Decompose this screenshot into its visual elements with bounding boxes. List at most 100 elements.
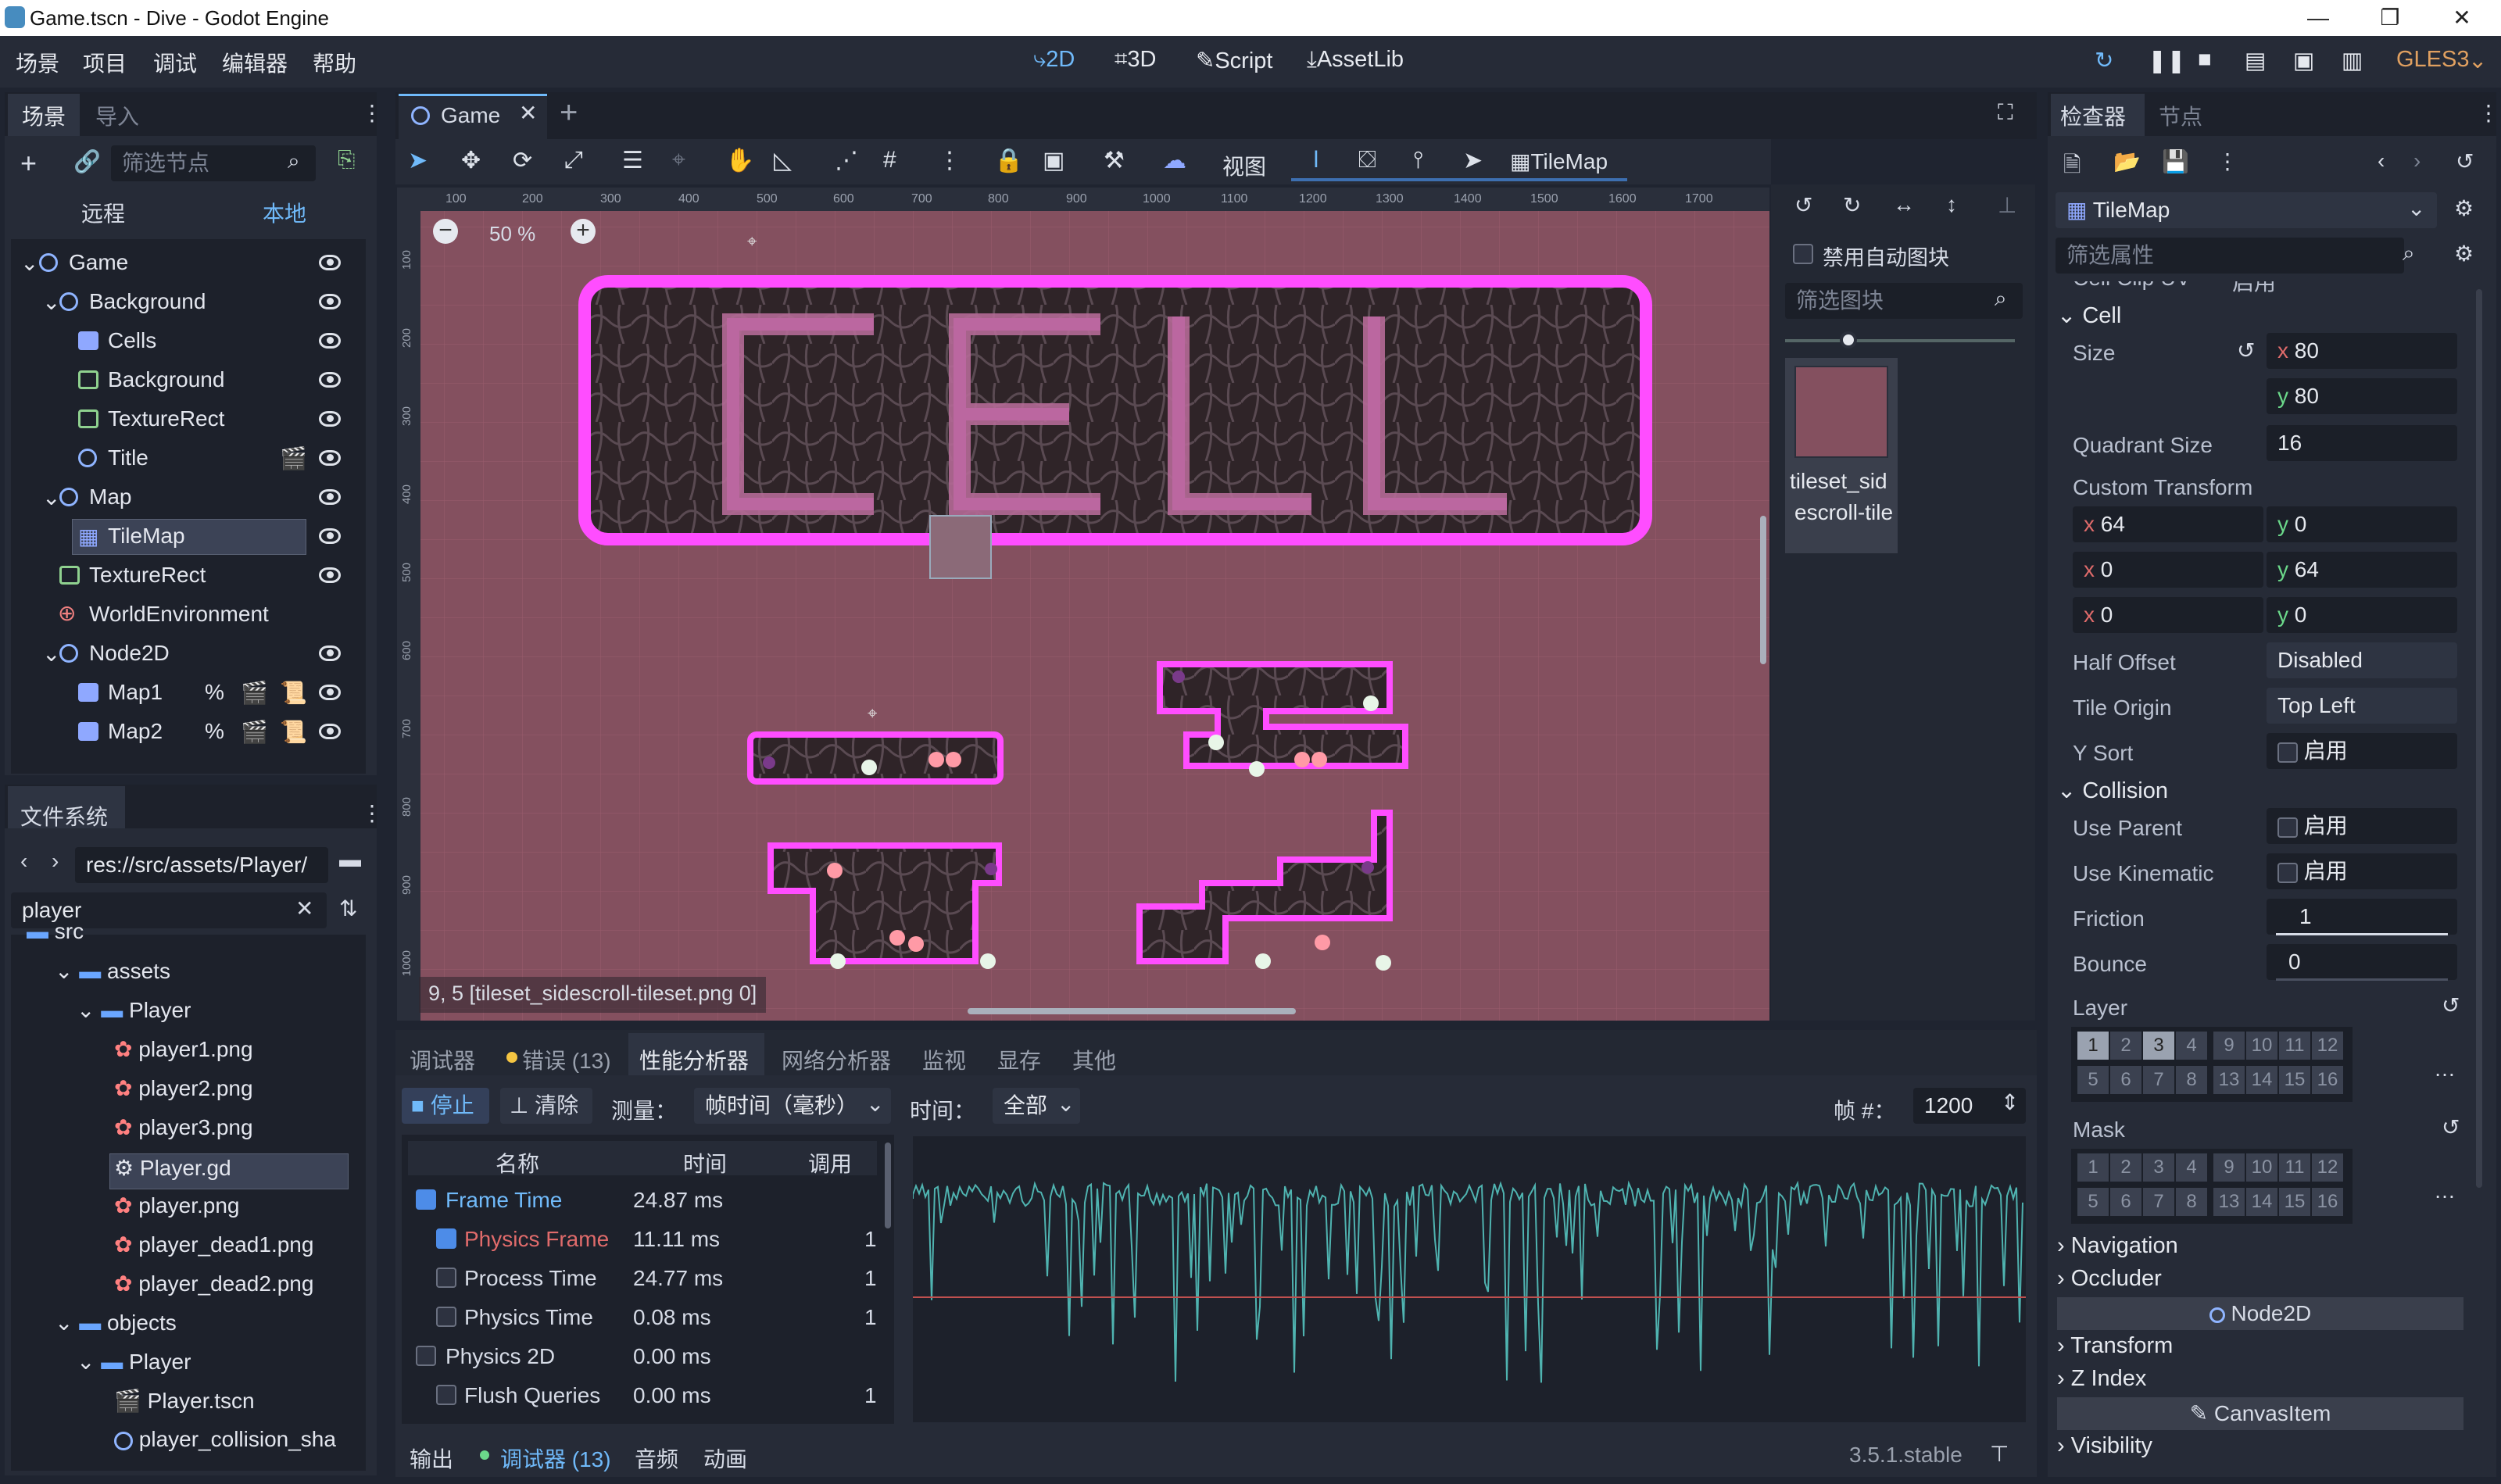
play-scene-icon[interactable]: ▣ <box>2293 47 2314 74</box>
filter-nodes-input[interactable]: 筛选节点 <box>111 145 316 181</box>
tab-debugger[interactable]: 调试器 <box>410 1044 475 1075</box>
layer-bit-7[interactable]: 7 <box>2143 1066 2174 1094</box>
layer-bit-10[interactable]: 10 <box>2246 1032 2277 1060</box>
file-item[interactable]: 🎬 Player.tscn <box>114 1388 255 1427</box>
clear-button[interactable]: ⊥ 清除 <box>500 1088 592 1124</box>
visibility-eye-icon[interactable] <box>319 528 341 544</box>
tree-node-map2[interactable]: Map2% 🎬 📜 <box>11 713 367 752</box>
section-visibility[interactable]: › Visibility <box>2057 1433 2152 1459</box>
paint-tool-icon[interactable]: ǀ <box>1313 147 1319 173</box>
pivot-icon[interactable]: ⌖ <box>672 147 685 173</box>
add-node-icon[interactable]: + <box>20 147 37 180</box>
dock-menu-icon[interactable]: ⋮ <box>361 800 383 826</box>
renderer-select[interactable]: GLES3 <box>2396 47 2470 73</box>
layer-bit-9[interactable]: 9 <box>2213 1153 2245 1182</box>
row-checkbox[interactable] <box>436 1228 456 1249</box>
snap-options-icon[interactable]: ⋮ <box>938 147 961 174</box>
back-icon[interactable]: ‹ <box>20 849 27 874</box>
half-offset-select[interactable]: Disabled <box>2267 642 2457 678</box>
viewport[interactable]: ⌖ ⌖ 100 200 300 400 500 600 700 800 900 … <box>397 188 1769 1021</box>
ruler-tool-icon[interactable]: ◺ <box>774 147 792 174</box>
layer-bit-16[interactable]: 16 <box>2312 1066 2343 1094</box>
lock-icon[interactable]: 🔒 <box>994 147 1023 174</box>
bucket-fill-icon[interactable]: ⛋ <box>1358 147 1376 173</box>
visibility-eye-icon[interactable] <box>319 372 341 388</box>
layer-bit-6[interactable]: 6 <box>2110 1066 2141 1094</box>
tab-monitors[interactable]: 监视 <box>922 1044 966 1075</box>
layer-bit-13[interactable]: 13 <box>2213 1066 2245 1094</box>
tree-node-map1[interactable]: Map1% 🎬 📜 <box>11 674 367 713</box>
tilemap-menu[interactable]: ▦TileMap <box>1510 148 1608 174</box>
stop-button[interactable]: ■ 停止 <box>402 1088 489 1124</box>
table-row[interactable]: Physics 2D 0.00 ms <box>408 1338 877 1377</box>
size-x-field[interactable]: x 80 <box>2267 333 2457 369</box>
group-icon[interactable]: ▣ <box>1043 147 1064 174</box>
forward-icon[interactable]: › <box>52 849 59 874</box>
tab-node[interactable]: 节点 <box>2159 100 2202 131</box>
visibility-eye-icon[interactable] <box>319 294 341 309</box>
transform-xx[interactable]: x 64 <box>2073 506 2263 542</box>
layer-bit-5[interactable]: 5 <box>2077 1066 2109 1094</box>
list-select-icon[interactable]: ☰ <box>622 147 643 174</box>
debug-options-icon[interactable]: ▤ <box>2245 47 2266 74</box>
reload-icon[interactable]: ↻ <box>2095 47 2113 74</box>
debugger-tab[interactable]: 调试器 (13) <box>500 1443 611 1474</box>
tree-node-tilemap[interactable]: ▦ TileMap <box>11 517 367 556</box>
script-icon[interactable]: 📜 <box>280 719 307 745</box>
profiler-graph[interactable] <box>912 1136 2026 1422</box>
layer-bit-8[interactable]: 8 <box>2176 1188 2207 1216</box>
grid-snap-icon[interactable]: # <box>883 147 896 173</box>
filter-properties-input[interactable]: 筛选属性 <box>2056 238 2404 274</box>
layer-bit-12[interactable]: 12 <box>2312 1153 2343 1182</box>
table-row[interactable]: Physics Frame 11.11 ms 1 <box>408 1221 877 1260</box>
friction-slider[interactable]: 1 <box>2267 899 2457 935</box>
workspace-2d-button[interactable]: ⤷2D <box>1033 47 1075 73</box>
layer-bit-4[interactable]: 4 <box>2176 1032 2207 1060</box>
table-row[interactable]: Physics Time 0.08 ms 1 <box>408 1299 877 1338</box>
menu-debug[interactable]: 调试 <box>153 47 197 78</box>
rotate-tool-icon[interactable]: ⟳ <box>513 147 532 174</box>
section-collision[interactable]: ⌄ Collision <box>2057 777 2168 804</box>
tab-profiler[interactable]: 性能分析器 <box>639 1044 749 1075</box>
col-calls-header[interactable]: 调用 <box>808 1147 852 1178</box>
zoom-out-icon[interactable]: − <box>433 219 458 244</box>
transform-yy[interactable]: y 64 <box>2267 552 2457 588</box>
tile-size-slider[interactable] <box>1785 339 2015 342</box>
layer-bit-14[interactable]: 14 <box>2246 1188 2277 1216</box>
new-tab-icon[interactable]: + <box>560 95 578 131</box>
file-item[interactable]: ✿ player3.png <box>114 1114 253 1153</box>
clapper-icon[interactable]: 🎬 <box>241 680 268 706</box>
layer-bit-14[interactable]: 14 <box>2246 1066 2277 1094</box>
row-checkbox[interactable] <box>436 1385 456 1405</box>
transform-oy[interactable]: y 0 <box>2267 597 2457 633</box>
file-item-selected[interactable]: ⚙ Player.gd <box>114 1155 231 1194</box>
fullscreen-icon[interactable]: ⛶ <box>1998 100 2013 126</box>
menu-project[interactable]: 项目 <box>83 47 127 78</box>
sort-icon[interactable]: ⇅ <box>339 896 357 921</box>
spin-arrows-icon[interactable]: ⇕ <box>2001 1089 2019 1115</box>
tab-import[interactable]: 导入 <box>95 100 139 131</box>
y-sort-checkbox[interactable]: 启用 <box>2267 733 2457 769</box>
workspace-3d-button[interactable]: ⌗3D <box>1115 47 1156 73</box>
maximize-button[interactable]: ❐ <box>2354 0 2426 36</box>
pause-icon[interactable]: ❚❚ <box>2148 47 2186 74</box>
visibility-eye-icon[interactable] <box>319 685 341 700</box>
camera-override-icon[interactable]: ☁ <box>1163 147 1186 174</box>
layer-bit-13[interactable]: 13 <box>2213 1188 2245 1216</box>
scale-tool-icon[interactable]: ⤢ <box>564 147 583 173</box>
zoom-level[interactable]: 50 % <box>489 222 535 246</box>
new-resource-icon[interactable]: 🗎 <box>2063 148 2081 186</box>
table-row[interactable]: Process Time 24.77 ms 1 <box>408 1260 877 1299</box>
file-item[interactable]: ✿ player_dead2.png <box>114 1271 313 1310</box>
workspace-assetlib-button[interactable]: ⤓AssetLib <box>1307 47 1404 73</box>
rotate-left-icon[interactable]: ↺ <box>1794 192 1812 218</box>
row-checkbox[interactable] <box>416 1189 436 1210</box>
section-cell[interactable]: ⌄ Cell <box>2057 302 2121 329</box>
bounce-slider[interactable]: 0 <box>2267 944 2457 980</box>
tree-node-cells[interactable]: Cells <box>11 322 367 361</box>
tab-network-profiler[interactable]: 网络分析器 <box>782 1044 891 1075</box>
layer-bit-16[interactable]: 16 <box>2312 1188 2343 1216</box>
select-tool-icon[interactable]: ➤ <box>408 147 428 174</box>
close-tab-icon[interactable]: ✕ <box>519 100 537 126</box>
tab-misc[interactable]: 其他 <box>1072 1044 1116 1075</box>
